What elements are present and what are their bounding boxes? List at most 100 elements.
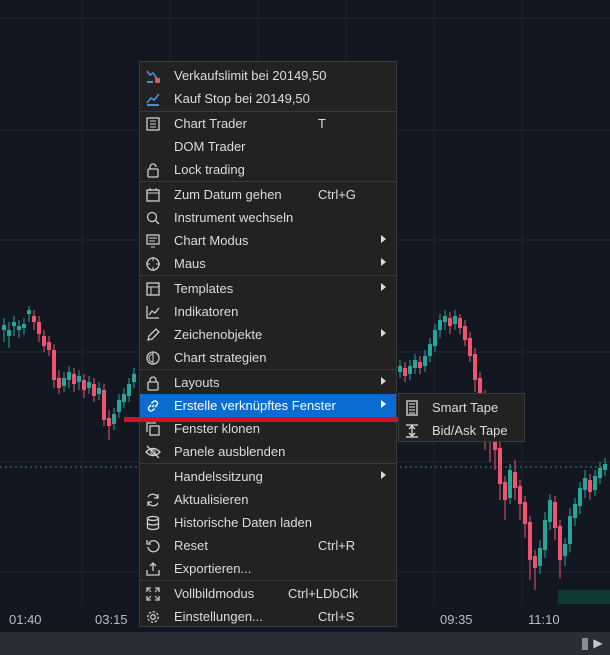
candle-body xyxy=(448,318,452,326)
menu-item-drawing-objects[interactable]: Zeichenobjekte xyxy=(140,323,396,346)
strategy-icon xyxy=(144,349,162,367)
crosshair-icon xyxy=(144,255,162,273)
candle-body xyxy=(52,350,56,380)
submenu-item-smart-tape[interactable]: Smart Tape xyxy=(399,396,524,419)
candle-body xyxy=(578,488,582,506)
submenu-item-bid-ask-tape[interactable]: Bid/Ask Tape xyxy=(399,419,524,442)
candle-body xyxy=(22,324,26,328)
menu-separator xyxy=(140,275,396,276)
menu-item-label: Zeichenobjekte xyxy=(174,327,263,342)
annotation-underline xyxy=(124,417,398,422)
menu-item-dom-trader[interactable]: DOM Trader xyxy=(140,135,396,158)
menu-separator xyxy=(140,369,396,370)
candle-body xyxy=(458,318,462,328)
menu-item-go-to-date[interactable]: Zum Datum gehen Ctrl+G xyxy=(140,183,396,206)
menu-item-layouts[interactable]: Layouts xyxy=(140,371,396,394)
menu-item-hide-panels[interactable]: Panele ausblenden xyxy=(140,440,396,463)
menu-item-label: Fenster klonen xyxy=(174,421,260,436)
candle-body xyxy=(87,382,91,388)
menu-item-fullscreen[interactable]: Vollbildmodus Ctrl+LDbClk xyxy=(140,582,396,605)
candle-body xyxy=(468,338,472,356)
menu-item-sell-limit[interactable]: Verkaufslimit bei 20149,50 xyxy=(140,64,396,87)
layouts-lock-icon xyxy=(144,374,162,392)
candle-body xyxy=(573,504,577,518)
candle-body xyxy=(588,480,592,492)
menu-separator xyxy=(140,580,396,581)
candle-body xyxy=(438,320,442,330)
candle-body xyxy=(603,464,607,470)
chevron-right-icon xyxy=(381,377,386,385)
chart-mode-icon xyxy=(144,232,162,250)
candle-body xyxy=(463,326,467,340)
eye-off-icon xyxy=(144,443,162,461)
scrollbar-thumb[interactable] xyxy=(582,638,588,650)
candle-body xyxy=(37,322,41,334)
scroll-right-icon[interactable]: ▶ xyxy=(590,636,606,652)
candle-body xyxy=(97,388,101,394)
candle-body xyxy=(127,384,131,396)
candle-body xyxy=(543,520,547,550)
chevron-right-icon xyxy=(381,329,386,337)
chevron-right-icon xyxy=(381,400,386,408)
menu-item-label: Panele ausblenden xyxy=(174,444,286,459)
menu-item-export[interactable]: Exportieren... xyxy=(140,557,396,580)
menu-item-label: Einstellungen... xyxy=(174,609,263,624)
candle-body xyxy=(453,316,457,324)
candle-body xyxy=(17,326,21,330)
linked-window-submenu: Smart Tape Bid/Ask Tape xyxy=(398,393,525,442)
menu-item-indicators[interactable]: Indikatoren xyxy=(140,300,396,323)
menu-item-buy-stop[interactable]: Kauf Stop bei 20149,50 xyxy=(140,87,396,110)
candle-body xyxy=(42,336,46,346)
time-axis-label: 03:15 xyxy=(95,612,128,627)
menu-item-label: Templates xyxy=(174,281,234,296)
bid-ask-tape-icon xyxy=(403,422,421,440)
menu-item-refresh[interactable]: Aktualisieren xyxy=(140,488,396,511)
menu-item-lock-trading[interactable]: Lock trading xyxy=(140,158,396,181)
submenu-item-label: Bid/Ask Tape xyxy=(432,423,508,438)
menu-item-templates[interactable]: Templates xyxy=(140,277,396,300)
candle-body xyxy=(598,468,602,478)
candle-body xyxy=(107,418,111,426)
calendar-icon xyxy=(144,186,162,204)
menu-item-shortcut: Ctrl+G xyxy=(318,187,356,202)
menu-item-create-linked-window[interactable]: Erstelle verknüpftes Fenster xyxy=(140,394,396,417)
menu-item-mouse[interactable]: Maus xyxy=(140,252,396,275)
chevron-right-icon xyxy=(381,235,386,243)
candle-body xyxy=(583,478,587,490)
candle-body xyxy=(12,322,16,326)
candle-body xyxy=(533,556,537,568)
candle-body xyxy=(67,372,71,380)
candle-body xyxy=(7,330,11,336)
sell-limit-icon xyxy=(144,67,162,85)
menu-item-label: Historische Daten laden xyxy=(174,515,313,530)
menu-item-label: Handelssitzung xyxy=(174,469,263,484)
templates-icon xyxy=(144,280,162,298)
menu-item-label: Maus xyxy=(174,256,206,271)
candle-body xyxy=(513,472,517,488)
menu-item-chart-mode[interactable]: Chart Modus xyxy=(140,229,396,252)
candle-body xyxy=(62,378,66,386)
fullscreen-icon xyxy=(144,585,162,603)
candle-body xyxy=(518,486,522,504)
candle-body xyxy=(508,470,512,498)
reset-icon xyxy=(144,537,162,555)
menu-item-trading-session[interactable]: Handelssitzung xyxy=(140,465,396,488)
menu-item-chart-trader[interactable]: Chart Trader T xyxy=(140,112,396,135)
horizontal-scrollbar[interactable]: ▶ xyxy=(0,632,610,655)
menu-item-change-instrument[interactable]: Instrument wechseln xyxy=(140,206,396,229)
menu-item-label: Layouts xyxy=(174,375,220,390)
candle-body xyxy=(558,526,562,560)
menu-item-reset[interactable]: Reset Ctrl+R xyxy=(140,534,396,557)
menu-item-label: Chart Trader xyxy=(174,116,247,131)
menu-item-label: Kauf Stop bei 20149,50 xyxy=(174,91,310,106)
menu-item-settings[interactable]: Einstellungen... Ctrl+S xyxy=(140,605,396,628)
menu-item-load-historical-data[interactable]: Historische Daten laden xyxy=(140,511,396,534)
lock-icon xyxy=(144,161,162,179)
candle-body xyxy=(72,374,76,384)
menu-item-shortcut: Ctrl+LDbClk xyxy=(288,586,359,601)
database-icon xyxy=(144,514,162,532)
candle-body xyxy=(593,476,597,490)
menu-item-label: Erstelle verknüpftes Fenster xyxy=(174,398,336,413)
menu-separator xyxy=(140,463,396,464)
menu-item-chart-strategies[interactable]: Chart strategien xyxy=(140,346,396,369)
